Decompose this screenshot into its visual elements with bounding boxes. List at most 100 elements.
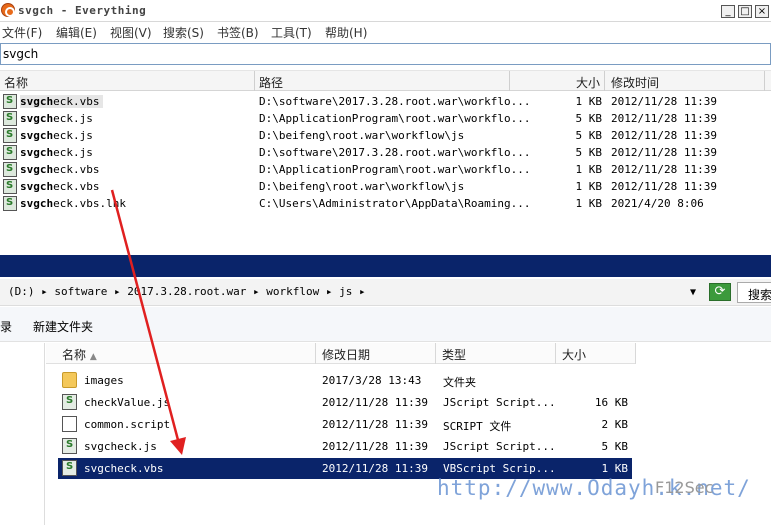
file-name: checkValue.js <box>84 396 171 409</box>
result-row[interactable]: svgcheck.vbs D:\ApplicationProgram\root.… <box>0 161 771 178</box>
menu-search[interactable]: 搜索(S) <box>163 24 204 41</box>
result-size: 1 KB <box>575 95 603 108</box>
shortcut-file-icon <box>3 196 17 211</box>
column-divider[interactable] <box>635 343 636 364</box>
column-divider[interactable] <box>254 71 255 91</box>
result-modified: 2012/11/28 11:39 <box>611 129 717 142</box>
explorer-search-input[interactable]: 搜索 <box>737 282 771 303</box>
toolbar-item[interactable]: 录 <box>0 318 12 335</box>
file-name: svgcheck.js <box>84 440 157 453</box>
column-divider[interactable] <box>555 343 556 364</box>
result-modified: 2021/4/20 8:06 <box>611 197 704 210</box>
result-row[interactable]: svgcheck.vbs D:\software\2017.3.28.root.… <box>0 93 771 110</box>
result-modified: 2012/11/28 11:39 <box>611 146 717 159</box>
result-row[interactable]: svgcheck.js D:\software\2017.3.28.root.w… <box>0 144 771 161</box>
file-type: JScript Script... <box>443 440 556 453</box>
result-size: 5 KB <box>575 112 603 125</box>
file-modified: 2012/11/28 11:39 <box>322 396 428 409</box>
menu-tools[interactable]: 工具(T) <box>271 24 312 41</box>
file-size: 1 KB <box>601 462 629 475</box>
file-row[interactable]: common.script 2012/11/28 11:39 SCRIPT 文件… <box>58 414 632 435</box>
vbs-file-icon <box>3 162 17 177</box>
column-modified[interactable]: 修改日期 <box>322 346 370 363</box>
vbs-file-icon <box>3 179 17 194</box>
result-size: 1 KB <box>575 180 603 193</box>
file-name: common.script <box>84 418 171 431</box>
column-divider[interactable] <box>435 343 436 364</box>
result-name: svgcheck.vbs <box>20 163 100 176</box>
result-modified: 2012/11/28 11:39 <box>611 163 717 176</box>
result-path: D:\ApplicationProgram\root.war\workflo..… <box>259 163 531 176</box>
close-button[interactable]: × <box>755 5 769 18</box>
column-divider[interactable] <box>604 71 605 91</box>
column-divider[interactable] <box>315 343 316 364</box>
column-modified[interactable]: 修改时间 <box>611 74 659 91</box>
refresh-button[interactable]: ⟳ <box>709 283 731 301</box>
result-name: svgcheck.vbs <box>20 180 100 193</box>
result-size: 1 KB <box>575 197 603 210</box>
result-row[interactable]: svgcheck.js D:\ApplicationProgram\root.w… <box>0 110 771 127</box>
new-folder-button[interactable]: 新建文件夹 <box>33 318 93 335</box>
result-name: svgcheck.js <box>20 146 93 159</box>
column-divider[interactable] <box>509 71 510 91</box>
search-input[interactable]: svgch <box>0 43 771 65</box>
column-path[interactable]: 路径 <box>259 74 283 91</box>
everything-titlebar: svgch - Everything _ □ × <box>0 0 771 22</box>
script-file-icon <box>62 460 77 476</box>
address-bar[interactable]: (D:) ▸ software ▸ 2017.3.28.root.war ▸ w… <box>0 279 771 306</box>
menu-bookmarks[interactable]: 书签(B) <box>217 24 259 41</box>
file-modified: 2017/3/28 13:43 <box>322 374 422 387</box>
file-size: 16 KB <box>594 396 628 409</box>
column-type[interactable]: 类型 <box>442 346 466 363</box>
folder-icon <box>62 372 77 388</box>
document-icon <box>62 416 77 432</box>
file-row[interactable]: checkValue.js 2012/11/28 11:39 JScript S… <box>58 392 632 413</box>
file-modified: 2012/11/28 11:39 <box>322 418 428 431</box>
chevron-down-icon[interactable]: ▼ <box>690 287 696 298</box>
js-file-icon <box>3 111 17 126</box>
column-name[interactable]: 名称 <box>4 74 28 91</box>
menu-edit[interactable]: 编辑(E) <box>56 24 97 41</box>
maximize-button[interactable]: □ <box>738 5 752 18</box>
result-modified: 2012/11/28 11:39 <box>611 180 717 193</box>
everything-app-icon <box>1 3 15 17</box>
search-input-value: svgch <box>3 47 39 61</box>
result-row[interactable]: svgcheck.vbs.lnk C:\Users\Administrator\… <box>0 195 771 212</box>
menu-view[interactable]: 视图(V) <box>110 24 152 41</box>
menu-file[interactable]: 文件(F) <box>2 24 42 41</box>
file-type: JScript Script... <box>443 396 556 409</box>
result-row[interactable]: svgcheck.js D:\beifeng\root.war\workflow… <box>0 127 771 144</box>
breadcrumb[interactable]: (D:) ▸ software ▸ 2017.3.28.root.war ▸ w… <box>8 285 366 298</box>
results-column-header: 名称 路径 大小 修改时间 <box>0 70 771 91</box>
result-path: C:\Users\Administrator\AppData\Roaming..… <box>259 197 531 210</box>
vbs-file-icon <box>3 94 17 109</box>
explorer-titlebar <box>0 255 771 277</box>
script-file-icon <box>62 438 77 454</box>
file-type: 文件夹 <box>443 376 476 389</box>
result-modified: 2012/11/28 11:39 <box>611 112 717 125</box>
file-size: 2 KB <box>601 418 629 431</box>
js-file-icon <box>3 128 17 143</box>
file-modified: 2012/11/28 11:39 <box>322 440 428 453</box>
result-path: D:\software\2017.3.28.root.war\workflo..… <box>259 95 531 108</box>
result-row[interactable]: svgcheck.vbs D:\beifeng\root.war\workflo… <box>0 178 771 195</box>
column-size[interactable]: 大小 <box>562 346 586 363</box>
result-name: svgcheck.vbs <box>20 95 104 108</box>
sort-ascending-icon: ▲ <box>89 352 97 362</box>
minimize-button[interactable]: _ <box>721 5 735 18</box>
file-row[interactable]: svgcheck.js 2012/11/28 11:39 JScript Scr… <box>58 436 632 457</box>
menu-help[interactable]: 帮助(H) <box>325 24 367 41</box>
column-name[interactable]: 名称 ▲ <box>62 346 97 363</box>
navigation-pane <box>0 343 45 525</box>
window-title: svgch - Everything <box>18 4 147 17</box>
result-size: 5 KB <box>575 129 603 142</box>
result-path: D:\software\2017.3.28.root.war\workflo..… <box>259 146 531 159</box>
result-modified: 2012/11/28 11:39 <box>611 95 717 108</box>
result-path: D:\ApplicationProgram\root.war\workflo..… <box>259 112 531 125</box>
result-path: D:\beifeng\root.war\workflow\js <box>259 180 465 193</box>
column-size[interactable]: 大小 <box>576 74 600 91</box>
result-size: 5 KB <box>575 146 603 159</box>
result-path: D:\beifeng\root.war\workflow\js <box>259 129 465 142</box>
column-divider[interactable] <box>764 71 765 91</box>
file-row[interactable]: images 2017/3/28 13:43 文件夹 <box>58 370 632 391</box>
